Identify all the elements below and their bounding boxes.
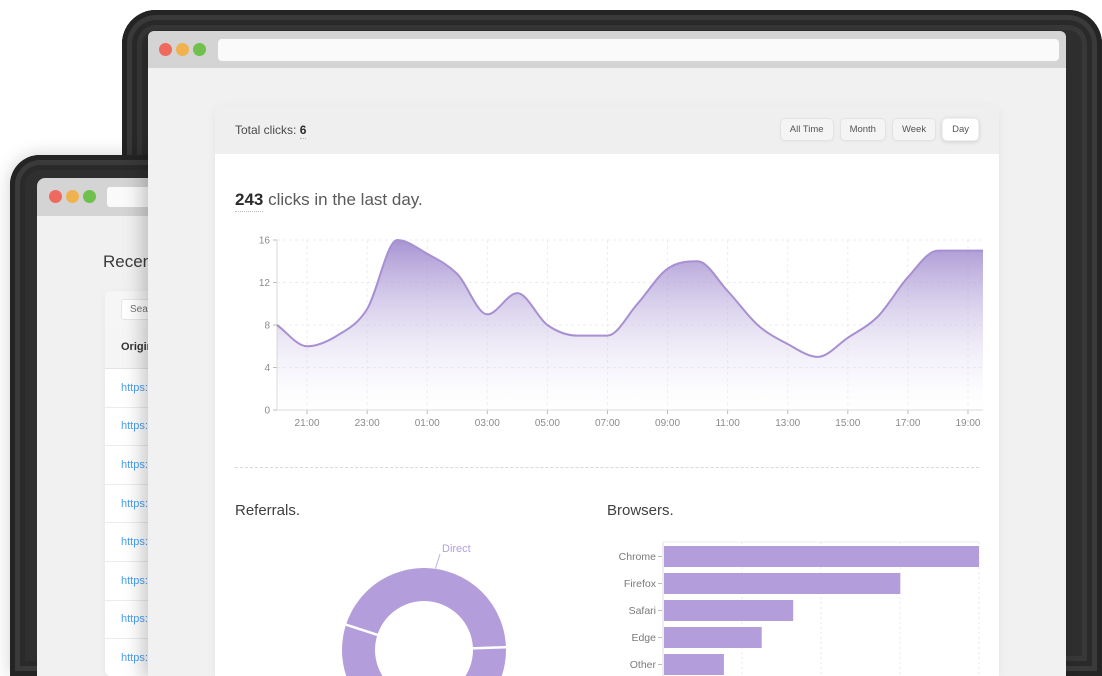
svg-text:19:00: 19:00: [955, 418, 980, 429]
front-window-titlebar: [148, 31, 1066, 68]
analytics-card: Total clicks: 6 All Time Month Week Day …: [215, 105, 999, 676]
svg-text:Safari: Safari: [629, 605, 656, 617]
clicks-headline: 243 clicks in the last day.: [235, 190, 423, 210]
close-window-icon[interactable]: [159, 43, 172, 56]
range-button-all-time[interactable]: All Time: [780, 118, 834, 141]
browsers-bar-chart: Chrome Firefox Safari Edge Other: [595, 535, 985, 676]
svg-text:Firefox: Firefox: [624, 578, 657, 590]
svg-text:09:00: 09:00: [655, 418, 680, 429]
maximize-window-icon[interactable]: [83, 190, 96, 203]
svg-text:17:00: 17:00: [895, 418, 920, 429]
svg-text:Chrome: Chrome: [619, 551, 657, 563]
svg-text:05:00: 05:00: [535, 418, 560, 429]
range-button-day[interactable]: Day: [942, 118, 979, 141]
clicks-area-chart: 21:00 23:00 01:00 03:00 05:00 07:00 09:00 11:00…: [225, 235, 995, 435]
range-button-week[interactable]: Week: [892, 118, 936, 141]
front-window-content: Total clicks: 6 All Time Month Week Day …: [148, 68, 1066, 676]
maximize-window-icon[interactable]: [193, 43, 206, 56]
clicks-count: 243: [235, 190, 263, 212]
browsers-title: Browsers.: [607, 502, 674, 519]
analytics-card-body: 243 clicks in the last day. 21:0023:0001…: [215, 154, 999, 676]
total-clicks-value: 6: [300, 123, 307, 139]
total-clicks-label: Total clicks:: [235, 123, 296, 137]
close-window-icon[interactable]: [49, 190, 62, 203]
minimize-window-icon[interactable]: [176, 43, 189, 56]
svg-text:15:00: 15:00: [835, 418, 860, 429]
svg-text:0: 0: [264, 406, 270, 417]
svg-text:23:00: 23:00: [355, 418, 380, 429]
analytics-card-header: Total clicks: 6 All Time Month Week Day: [215, 105, 999, 154]
svg-text:13:00: 13:00: [775, 418, 800, 429]
front-window: Total clicks: 6 All Time Month Week Day …: [148, 31, 1066, 676]
svg-text:Other: Other: [630, 659, 657, 671]
svg-text:21:00: 21:00: [295, 418, 320, 429]
range-filter-group: All Time Month Week Day: [780, 118, 979, 141]
svg-text:4: 4: [264, 363, 270, 374]
svg-text:03:00: 03:00: [475, 418, 500, 429]
svg-text:16: 16: [259, 236, 271, 247]
minimize-window-icon[interactable]: [66, 190, 79, 203]
section-divider: [235, 467, 979, 468]
range-button-month[interactable]: Month: [840, 118, 886, 141]
svg-text:07:00: 07:00: [595, 418, 620, 429]
svg-text:8: 8: [264, 321, 270, 332]
front-url-bar[interactable]: [218, 39, 1059, 61]
svg-text:12: 12: [259, 278, 271, 289]
total-clicks: Total clicks: 6: [235, 123, 306, 137]
svg-text:Edge: Edge: [631, 632, 656, 644]
referrals-title: Referrals.: [235, 502, 300, 519]
svg-text:Direct: Direct: [442, 543, 471, 555]
svg-text:01:00: 01:00: [415, 418, 440, 429]
svg-text:11:00: 11:00: [715, 418, 740, 429]
referrals-donut-chart: Direct: [335, 530, 515, 676]
clicks-headline-text: clicks in the last day.: [263, 190, 422, 209]
